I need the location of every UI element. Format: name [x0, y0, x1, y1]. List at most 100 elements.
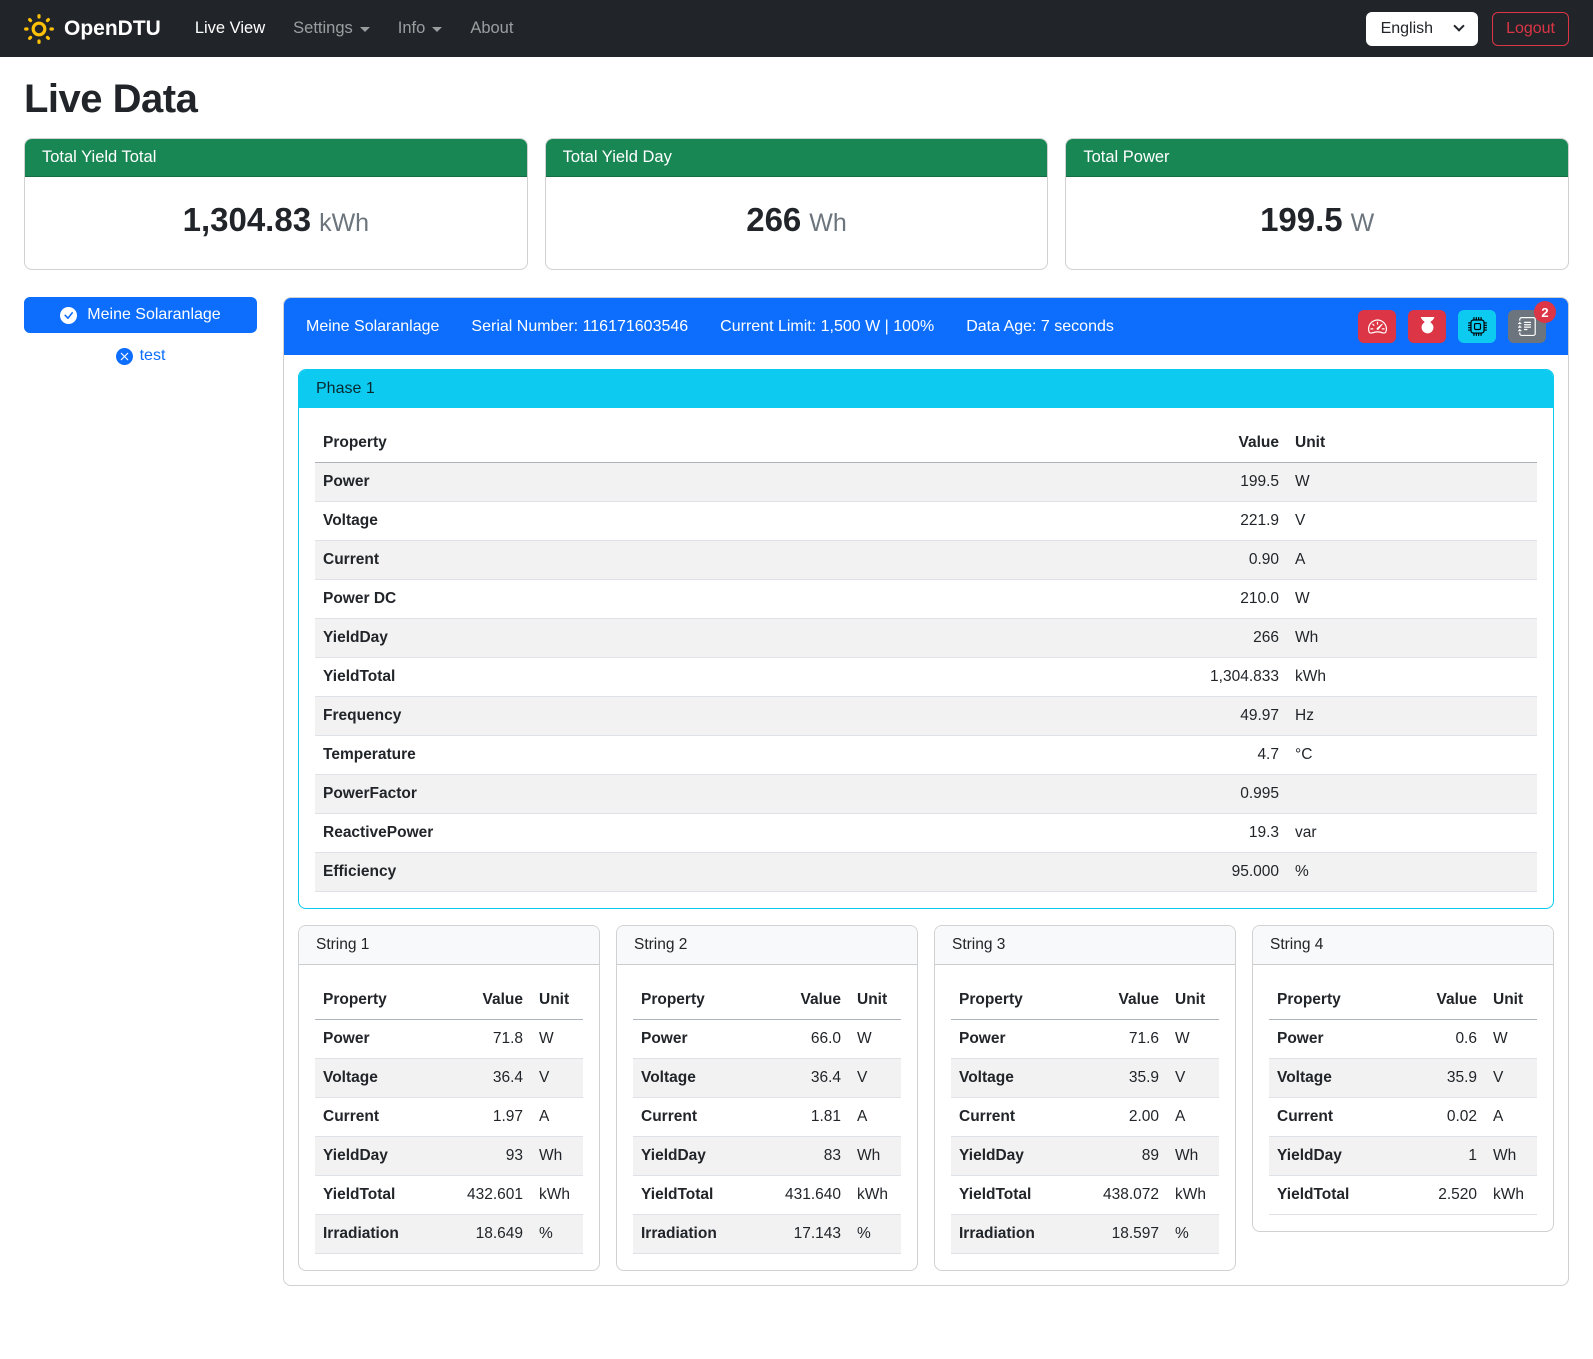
value-cell: 210.0	[1147, 580, 1287, 619]
navbar: OpenDTU Live View Settings Info About En…	[0, 0, 1593, 57]
total-power-card: Total Power 199.5W	[1065, 138, 1569, 270]
card-title: Total Yield Total	[25, 139, 527, 177]
nav-item-label: Live View	[195, 19, 265, 38]
table-row: YieldTotal431.640kWh	[633, 1176, 901, 1215]
string-4-table: Property Value Unit Power0.6WVoltage35.9…	[1269, 981, 1537, 1215]
property-cell: Irradiation	[951, 1215, 1081, 1254]
value-cell: 438.072	[1081, 1176, 1167, 1215]
property-cell: Power	[633, 1020, 763, 1059]
unit-cell: Wh	[1167, 1137, 1219, 1176]
unit-cell: A	[1485, 1098, 1537, 1137]
property-cell: YieldDay	[633, 1137, 763, 1176]
column-header: Value	[763, 981, 849, 1020]
table-row: YieldDay93Wh	[315, 1137, 583, 1176]
table-header-row: Property Value Unit	[633, 981, 901, 1020]
table-row: Frequency49.97Hz	[315, 697, 1537, 736]
unit-cell: V	[1485, 1059, 1537, 1098]
table-row: YieldTotal1,304.833kWh	[315, 658, 1537, 697]
unit-cell: W	[1287, 580, 1537, 619]
unit-cell: W	[1167, 1020, 1219, 1059]
unit-cell: A	[1167, 1098, 1219, 1137]
property-cell: Power	[1269, 1020, 1399, 1059]
page-container: Live Data Total Yield Total 1,304.83kWh …	[0, 57, 1593, 1286]
property-cell: Efficiency	[315, 853, 1147, 892]
sidebar-item-test[interactable]: test	[24, 346, 257, 366]
string-body: Property Value Unit Power0.6WVoltage35.9…	[1253, 965, 1553, 1231]
string-1-table: Property Value Unit Power71.8WVoltage36.…	[315, 981, 583, 1254]
total-yield-total-card: Total Yield Total 1,304.83kWh	[24, 138, 528, 270]
table-row: Temperature4.7°C	[315, 736, 1537, 775]
column-header: Unit	[1287, 424, 1537, 463]
unit-cell: Wh	[849, 1137, 901, 1176]
brand[interactable]: OpenDTU	[24, 14, 161, 44]
table-row: Current0.02A	[1269, 1098, 1537, 1137]
property-cell: Temperature	[315, 736, 1147, 775]
sidebar-item-meine-solaranlage[interactable]: Meine Solaranlage	[24, 297, 257, 333]
nav-item-settings[interactable]: Settings	[279, 11, 384, 46]
value-cell: 66.0	[763, 1020, 849, 1059]
unit-cell: kWh	[1167, 1176, 1219, 1215]
table-row: YieldDay266Wh	[315, 619, 1537, 658]
value-cell: 431.640	[763, 1176, 849, 1215]
content-row: Meine Solaranlage test Meine Solaranlage…	[24, 297, 1569, 1286]
column-header: Property	[633, 981, 763, 1020]
table-row: Efficiency95.000%	[315, 853, 1537, 892]
string-body: Property Value Unit Power66.0WVoltage36.…	[617, 965, 917, 1270]
value-cell: 0.6	[1399, 1020, 1485, 1059]
value-cell: 18.649	[445, 1215, 531, 1254]
device-info-button[interactable]	[1458, 310, 1496, 343]
table-row: Power66.0W	[633, 1020, 901, 1059]
event-log-button[interactable]: 2	[1508, 310, 1546, 343]
nav-item-live-view[interactable]: Live View	[181, 11, 279, 46]
table-header-row: Property Value Unit	[315, 981, 583, 1020]
table-row: Current1.81A	[633, 1098, 901, 1137]
language-select[interactable]: English	[1366, 12, 1478, 46]
nav-item-info[interactable]: Info	[384, 11, 457, 46]
table-row: Voltage221.9V	[315, 502, 1537, 541]
property-cell: Current	[1269, 1098, 1399, 1137]
sun-logo-icon	[24, 14, 54, 44]
nav-item-label: About	[470, 19, 513, 38]
sidebar-item-label: test	[140, 347, 166, 365]
total-power-unit: W	[1351, 209, 1375, 237]
property-cell: YieldTotal	[633, 1176, 763, 1215]
property-cell: Current	[951, 1098, 1081, 1137]
inverter-limit: Current Limit: 1,500 W | 100%	[720, 318, 934, 336]
value-cell: 0.995	[1147, 775, 1287, 814]
power-button[interactable]	[1408, 310, 1446, 343]
value-cell: 221.9	[1147, 502, 1287, 541]
table-header-row: Property Value Unit	[1269, 981, 1537, 1020]
chevron-down-icon	[432, 27, 442, 32]
property-cell: Current	[633, 1098, 763, 1137]
table-row: Voltage35.9V	[1269, 1059, 1537, 1098]
property-cell: YieldDay	[1269, 1137, 1399, 1176]
value-cell: 1	[1399, 1137, 1485, 1176]
total-yield-total-value: 1,304.83	[183, 201, 311, 238]
unit-cell: W	[531, 1020, 583, 1059]
string-title: String 4	[1253, 926, 1553, 965]
logout-button[interactable]: Logout	[1492, 12, 1569, 46]
table-row: Power0.6W	[1269, 1020, 1537, 1059]
column-header: Unit	[849, 981, 901, 1020]
unit-cell: kWh	[1485, 1176, 1537, 1215]
string-1-card: String 1 Property Value Unit	[298, 925, 600, 1271]
property-cell: Irradiation	[315, 1215, 445, 1254]
property-cell: Current	[315, 541, 1147, 580]
inverter-sidebar: Meine Solaranlage test	[24, 297, 257, 366]
value-cell: 19.3	[1147, 814, 1287, 853]
inverter-serial: Serial Number: 116171603546	[471, 318, 688, 336]
value-cell: 36.4	[445, 1059, 531, 1098]
value-cell: 89	[1081, 1137, 1167, 1176]
nav-item-about[interactable]: About	[456, 11, 527, 46]
inverter-actions: 2	[1358, 310, 1546, 343]
string-title: String 1	[299, 926, 599, 965]
page-title: Live Data	[24, 77, 1569, 122]
limit-settings-button[interactable]	[1358, 310, 1396, 343]
chevron-down-icon	[360, 27, 370, 32]
string-2-card: String 2 Property Value Unit	[616, 925, 918, 1271]
column-header: Property	[1269, 981, 1399, 1020]
chevron-down-icon	[1453, 20, 1464, 31]
check-circle-icon	[60, 307, 77, 324]
property-cell: YieldTotal	[951, 1176, 1081, 1215]
table-row: Current0.90A	[315, 541, 1537, 580]
